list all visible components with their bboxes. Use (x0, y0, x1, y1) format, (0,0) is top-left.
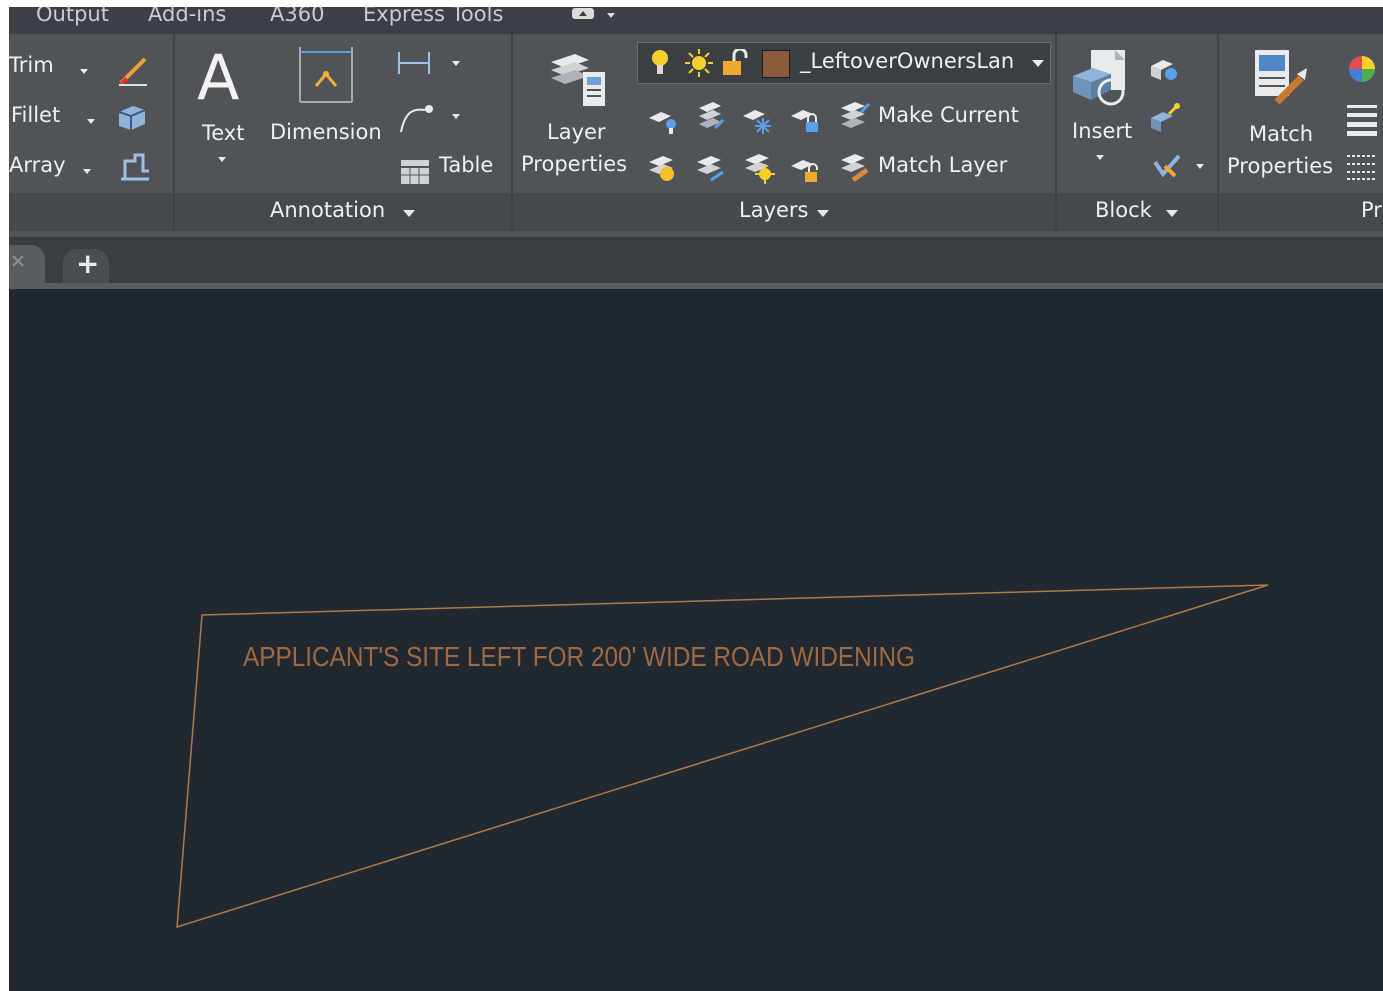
layers-panel-title[interactable]: Layers (739, 198, 809, 222)
make-current-icon[interactable] (837, 98, 871, 136)
block-attributes-dropdown-icon[interactable] (1196, 164, 1204, 169)
tab-output[interactable]: Output (36, 7, 109, 26)
layer-off-icon[interactable] (647, 104, 679, 140)
match-properties-icon[interactable] (1249, 46, 1313, 114)
object-color-icon[interactable] (1345, 52, 1379, 90)
block-attributes-icon[interactable] (1151, 152, 1185, 186)
layer-color-swatch[interactable] (762, 50, 790, 78)
layer-thaw-sun-icon[interactable] (684, 48, 714, 82)
annotation-panel-expand-icon[interactable] (403, 210, 415, 217)
array-dropdown-icon[interactable] (83, 169, 91, 174)
layer-unlock-icon[interactable] (720, 47, 750, 83)
ribbon: Trim Fillet Array A Text Dimension Table… (9, 34, 1383, 237)
leader-icon[interactable] (397, 102, 467, 140)
layer-properties-label-line2[interactable]: Properties (521, 152, 627, 176)
edit-block-icon[interactable] (1147, 102, 1181, 140)
layer-unlock-all-icon[interactable] (789, 154, 823, 190)
modify-panel-title-bar (9, 193, 173, 231)
properties-panel-title[interactable]: Pr (1361, 198, 1382, 222)
array-button[interactable]: Array (9, 153, 66, 177)
properties-panel-title-bar[interactable] (1219, 193, 1383, 231)
close-tab-icon[interactable] (11, 253, 25, 272)
insert-block-icon[interactable] (1071, 46, 1135, 114)
layer-properties-icon[interactable] (545, 44, 605, 110)
panel-divider (511, 34, 513, 231)
match-layer-icon[interactable] (837, 150, 871, 188)
explode-blocks-icon[interactable] (115, 100, 151, 138)
fillet-button[interactable]: Fillet (11, 103, 60, 127)
insert-button[interactable]: Insert (1072, 119, 1132, 143)
annotation-panel-title[interactable]: Annotation (270, 198, 385, 222)
layer-color-swatch-fill (762, 50, 790, 78)
linetype-icon[interactable] (1345, 152, 1379, 186)
tab-a360[interactable]: A360 (270, 7, 324, 26)
current-layer-name[interactable]: _LeftoverOwnersLan (800, 49, 1014, 73)
stretch-icon[interactable] (117, 151, 153, 191)
panel-divider (1217, 34, 1219, 231)
text-a-icon[interactable]: A (195, 41, 247, 114)
layer-dropdown-arrow-icon[interactable] (1032, 60, 1044, 67)
lineweight-icon[interactable] (1345, 102, 1379, 140)
svg-text:A: A (197, 47, 239, 105)
block-panel-expand-icon[interactable] (1166, 210, 1178, 217)
file-tab-strip: + (9, 237, 1383, 289)
tab-express-tools[interactable]: Express Tools (363, 7, 503, 26)
panel-divider (173, 34, 175, 231)
new-tab-plus: + (76, 247, 100, 280)
table-icon[interactable] (400, 159, 430, 189)
ribbon-minimize-icon[interactable] (569, 7, 619, 21)
tab-add-ins[interactable]: Add-ins (148, 7, 226, 26)
layer-thaw-all-icon[interactable] (741, 150, 777, 190)
table-button[interactable]: Table (439, 153, 493, 177)
text-button[interactable]: Text (202, 121, 244, 145)
layer-properties-label-line1[interactable]: Layer (547, 120, 606, 144)
site-annotation-text[interactable]: APPLICANT'S SITE LEFT FOR 200' WIDE ROAD… (243, 641, 915, 672)
layer-previous-icon[interactable] (645, 152, 679, 190)
trim-button[interactable]: Trim (9, 53, 54, 77)
layer-on-bulb-icon[interactable] (650, 48, 670, 82)
create-block-icon[interactable] (1147, 54, 1181, 88)
make-current-button[interactable]: Make Current (878, 103, 1019, 127)
new-tab-button[interactable]: + (63, 247, 109, 283)
layer-freeze-icon[interactable] (741, 104, 773, 140)
layer-lock-icon[interactable] (789, 104, 821, 140)
layer-dropdown[interactable]: _LeftoverOwnersLan (637, 42, 1051, 84)
site-outline-polyline (176, 584, 1269, 929)
layer-isolate-icon[interactable] (693, 98, 725, 136)
erase-brush-icon[interactable] (115, 51, 151, 91)
drawing-canvas[interactable]: APPLICANT'S SITE LEFT FOR 200' WIDE ROAD… (9, 289, 1383, 991)
block-panel-title[interactable]: Block (1095, 198, 1152, 222)
trim-dropdown-icon[interactable] (80, 69, 88, 74)
text-dropdown-icon[interactable] (218, 157, 226, 162)
layers-panel-expand-icon[interactable] (817, 210, 829, 217)
ribbon-tab-bar: Output Add-ins A360 Express Tools (9, 7, 1383, 34)
layer-walk-icon[interactable] (693, 152, 727, 190)
panel-divider (1055, 34, 1057, 231)
autocad-window: Output Add-ins A360 Express Tools Trim F… (9, 7, 1383, 991)
match-layer-button[interactable]: Match Layer (878, 153, 1007, 177)
insert-dropdown-icon[interactable] (1096, 155, 1104, 160)
linear-dimension-icon[interactable] (397, 48, 467, 82)
match-properties-label-line1[interactable]: Match (1249, 122, 1313, 146)
match-properties-label-line2[interactable]: Properties (1227, 154, 1333, 178)
drawing-geometry: APPLICANT'S SITE LEFT FOR 200' WIDE ROAD… (176, 584, 1269, 929)
dimension-icon[interactable] (296, 46, 356, 110)
dimension-button[interactable]: Dimension (270, 120, 382, 144)
fillet-dropdown-icon[interactable] (87, 119, 95, 124)
